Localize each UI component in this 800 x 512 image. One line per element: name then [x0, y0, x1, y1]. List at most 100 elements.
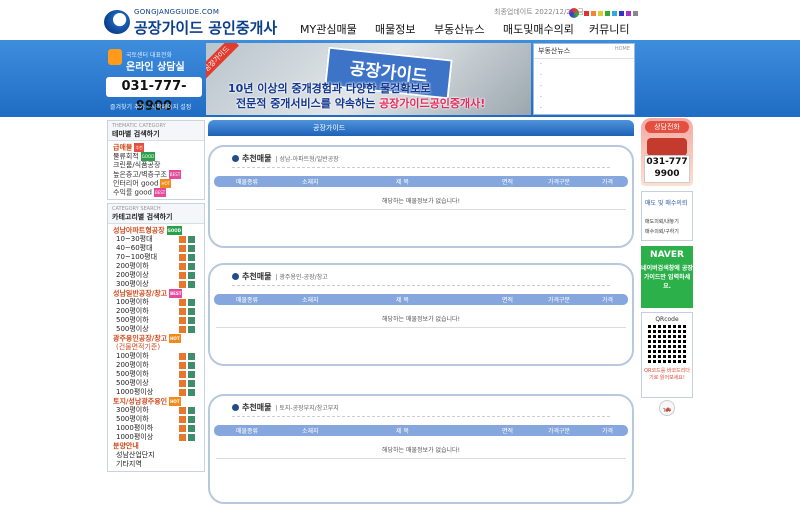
listing-view-icon[interactable] [179, 299, 186, 306]
news-item[interactable]: · [534, 70, 634, 81]
category-item-label[interactable]: 200평이상 [116, 271, 149, 279]
category-item-label[interactable]: 기타지역 [116, 460, 142, 468]
quick-request-sell[interactable]: 매도의뢰/내놓기 [645, 218, 679, 225]
category-item-label[interactable]: 500평이하 [116, 415, 149, 423]
map-view-icon[interactable] [188, 326, 195, 333]
listing-view-icon[interactable] [179, 416, 186, 423]
theme-item-label[interactable]: 크린룸/식품공장 [113, 161, 160, 169]
nav-request[interactable]: 매도및매수의뢰 [503, 21, 589, 37]
category-item[interactable]: 성남산업단지 [113, 451, 199, 460]
listing-view-icon[interactable] [179, 245, 186, 252]
listing-view-icon[interactable] [179, 236, 186, 243]
category-item[interactable]: 기타지역 [113, 460, 199, 469]
site-logo[interactable]: GONGJANGGUIDE.COM 공장가이드 공인중개사 [104, 8, 279, 37]
theme-item[interactable]: 급매물 추천 [113, 143, 199, 152]
category-group[interactable]: 성남일반공장/창고 BEST [113, 289, 199, 298]
color-orb-icon[interactable] [569, 8, 579, 18]
category-item[interactable]: 300평이상 [113, 280, 199, 289]
nav-listings[interactable]: 매물정보 [375, 21, 434, 37]
category-item-label[interactable]: 500평이상 [116, 379, 149, 387]
map-view-icon[interactable] [188, 416, 195, 423]
category-item[interactable]: 70~100평대 [113, 253, 199, 262]
category-group-label[interactable]: 토지/성남광주용인 [113, 398, 167, 406]
map-view-icon[interactable] [188, 254, 195, 261]
theme-item[interactable]: 인터리어 good HOT [113, 179, 199, 188]
category-item[interactable]: 10~30평대 [113, 235, 199, 244]
map-view-icon[interactable] [188, 434, 195, 441]
quick-call-box[interactable]: 상담전화 031-777 9900 [641, 118, 693, 186]
listing-view-icon[interactable] [179, 407, 186, 414]
news-item[interactable]: · [534, 81, 634, 92]
category-group[interactable]: 토지/성남광주용인 HOT [113, 397, 199, 406]
map-view-icon[interactable] [188, 272, 195, 279]
theme-item[interactable]: 수익률 good BEST [113, 188, 199, 197]
color-swatch[interactable] [633, 10, 638, 16]
map-view-icon[interactable] [188, 263, 195, 270]
category-item-label[interactable]: 70~100평대 [116, 253, 157, 261]
listing-view-icon[interactable] [179, 371, 186, 378]
map-view-icon[interactable] [188, 353, 195, 360]
nav-my-interest[interactable]: MY관심매물 [300, 21, 375, 37]
map-view-icon[interactable] [188, 362, 195, 369]
category-item[interactable]: 100평이하 [113, 352, 199, 361]
category-group[interactable]: 광주용인공장/창고 HOT [113, 334, 199, 343]
color-swatch[interactable] [612, 10, 617, 16]
category-item-label[interactable]: 10~30평대 [116, 235, 153, 243]
category-item-label[interactable]: 200평이하 [116, 307, 149, 315]
category-item-label[interactable]: 1000평이상 [116, 433, 153, 441]
color-swatch[interactable] [619, 10, 624, 16]
category-item[interactable]: 100평이하 [113, 298, 199, 307]
nav-news[interactable]: 부동산뉴스 [434, 21, 503, 37]
listing-view-icon[interactable] [179, 380, 186, 387]
color-swatch[interactable] [626, 10, 631, 16]
category-item[interactable]: 300평이하 [113, 406, 199, 415]
color-swatch[interactable] [605, 10, 610, 16]
category-item-label[interactable]: 1000평이하 [116, 424, 153, 432]
news-item[interactable]: · [534, 92, 634, 103]
category-item[interactable]: 1000평이상 [113, 388, 199, 397]
map-view-icon[interactable] [188, 299, 195, 306]
category-group[interactable]: 성남아파트형공장 GOOD [113, 226, 199, 235]
scroll-top-button[interactable]: TOP [659, 400, 675, 416]
category-item-label[interactable]: 300평이상 [116, 280, 149, 288]
map-view-icon[interactable] [188, 425, 195, 432]
category-item[interactable]: 40~60평대 [113, 244, 199, 253]
listing-view-icon[interactable] [179, 389, 186, 396]
theme-item[interactable]: 높은층고/벽층구조 BEST [113, 170, 199, 179]
category-item-label[interactable]: 300평이하 [116, 406, 149, 414]
category-group-label[interactable]: 성남아파트형공장 [113, 227, 165, 235]
listing-view-icon[interactable] [179, 425, 186, 432]
nav-community[interactable]: 커뮤니티 [589, 21, 639, 37]
listing-view-icon[interactable] [179, 353, 186, 360]
category-item[interactable]: 1000평이하 [113, 424, 199, 433]
category-group-label[interactable]: 성남일반공장/창고 [113, 290, 167, 298]
category-item-label[interactable]: 500평이하 [116, 316, 149, 324]
map-view-icon[interactable] [188, 236, 195, 243]
listing-view-icon[interactable] [179, 326, 186, 333]
map-view-icon[interactable] [188, 407, 195, 414]
category-item[interactable]: 1000평이상 [113, 433, 199, 442]
category-item[interactable]: (건물면적기준) [113, 343, 199, 352]
theme-item-label[interactable]: 높은층고/벽층구조 [113, 171, 167, 179]
listing-view-icon[interactable] [179, 308, 186, 315]
listing-view-icon[interactable] [179, 281, 186, 288]
naver-search-box[interactable]: NAVER 네이버검색창에 공장가이드만 입력하세요. [641, 246, 693, 308]
category-item-label[interactable]: 500평이상 [116, 325, 149, 333]
category-item[interactable]: 200평이하 [113, 307, 199, 316]
listing-view-icon[interactable] [179, 254, 186, 261]
category-item-label[interactable]: 200평이하 [116, 361, 149, 369]
color-palette[interactable] [569, 8, 638, 18]
theme-item[interactable]: 크린룸/식품공장 [113, 161, 199, 170]
map-view-icon[interactable] [188, 317, 195, 324]
map-view-icon[interactable] [188, 371, 195, 378]
color-swatch[interactable] [598, 10, 603, 16]
bookmark-links[interactable]: 즐겨찾기 추가 · 시작페이지 설정 [110, 102, 191, 111]
theme-item-label[interactable]: 물류회적 [113, 153, 139, 161]
category-item[interactable]: 200평이상 [113, 271, 199, 280]
listing-view-icon[interactable] [179, 263, 186, 270]
theme-item[interactable]: 물류회적 GOOD [113, 152, 199, 161]
map-view-icon[interactable] [188, 389, 195, 396]
color-swatch[interactable] [591, 10, 596, 16]
category-item-label[interactable]: 40~60평대 [116, 244, 153, 252]
news-item[interactable]: · [534, 59, 634, 70]
